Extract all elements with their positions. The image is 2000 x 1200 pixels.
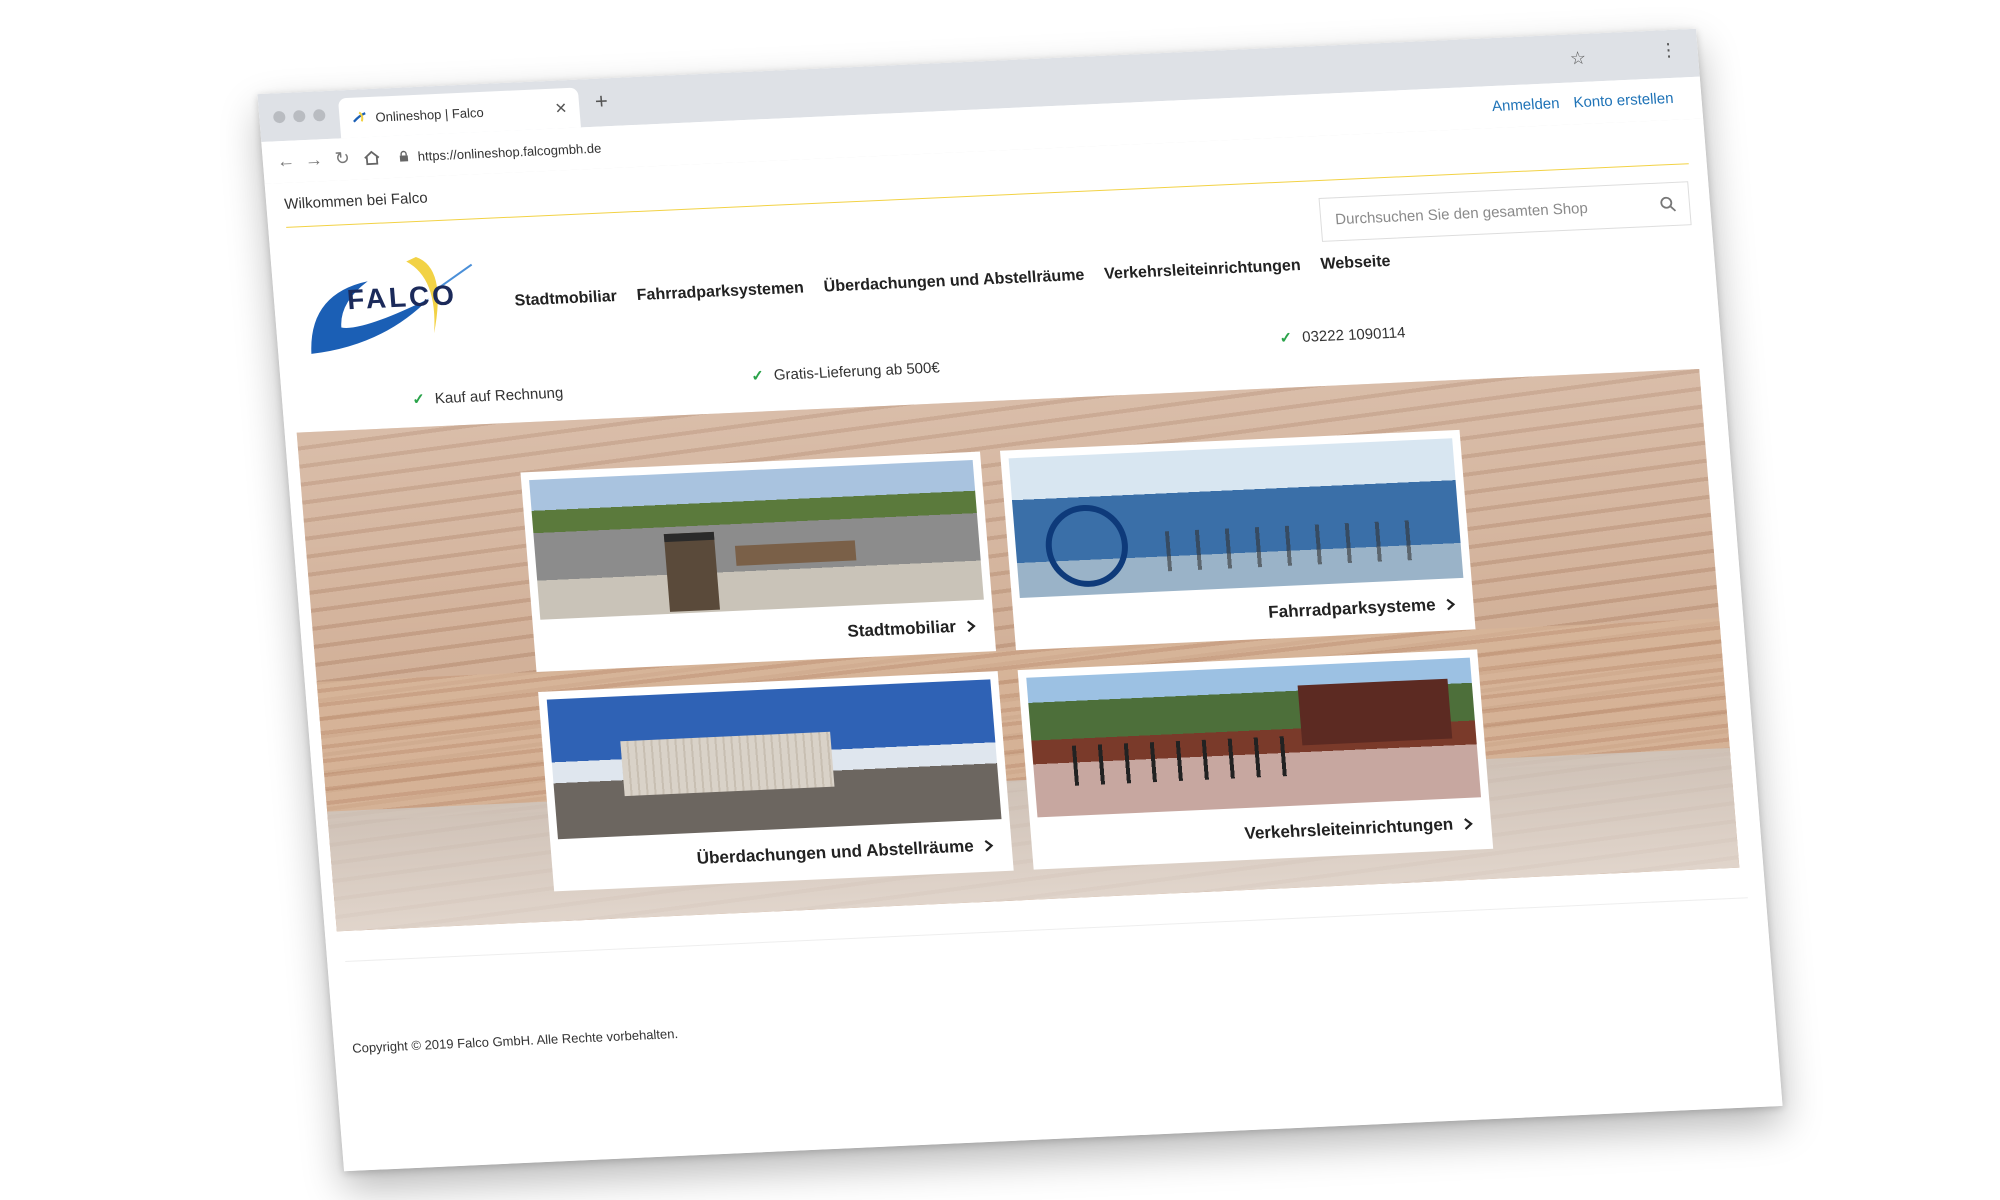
- check-icon: ✓: [1279, 329, 1293, 347]
- bookmark-star-icon[interactable]: ☆: [1569, 48, 1587, 70]
- card-label: Stadtmobiliar: [847, 616, 977, 642]
- nav-stadtmobiliar[interactable]: Stadtmobiliar: [514, 288, 618, 311]
- category-card-fahrradparksysteme[interactable]: Fahrradparksysteme: [999, 429, 1476, 651]
- backdrop: Onlineshop | Falco ✕ + ☆ ⋮ ← → ↻ https:/…: [0, 0, 2000, 1200]
- fahrradparksysteme-image: [1008, 438, 1464, 599]
- card-title: Überdachungen und Abstellräume: [696, 836, 975, 868]
- signin-link[interactable]: Anmelden: [1491, 95, 1560, 115]
- browser-window: Onlineshop | Falco ✕ + ☆ ⋮ ← → ↻ https:/…: [257, 28, 1783, 1172]
- usp-invoice: ✓ Kauf auf Rechnung: [411, 384, 564, 409]
- nav-fahrradparksystemen[interactable]: Fahrradparksystemen: [636, 280, 804, 306]
- usp-free-delivery: ✓ Gratis-Lieferung ab 500€: [751, 358, 941, 385]
- category-card-stadtmobiliar[interactable]: Stadtmobiliar: [520, 451, 997, 673]
- ueberdachungen-image: [546, 679, 1002, 840]
- reload-icon[interactable]: ↻: [334, 148, 351, 170]
- maximize-window-dot[interactable]: [312, 109, 326, 122]
- logo-wordmark: FALCO: [345, 279, 459, 316]
- account-links: Anmelden Konto erstellen: [1491, 90, 1674, 115]
- card-title: Stadtmobiliar: [846, 616, 957, 641]
- close-window-dot[interactable]: [272, 110, 286, 124]
- page-content: Wilkommen bei Falco FALCO Stadtmobiliar: [264, 118, 1783, 1172]
- tab-close-icon[interactable]: ✕: [554, 99, 568, 118]
- tab-title: Onlineshop | Falco: [374, 104, 485, 125]
- search-input[interactable]: [1332, 195, 1660, 229]
- usp-phone-text: 03222 1090114: [1301, 323, 1406, 346]
- usp-phone: ✓ 03222 1090114: [1279, 323, 1406, 347]
- card-title: Verkehrsleiteinrichtungen: [1243, 814, 1454, 844]
- usp-invoice-text: Kauf auf Rechnung: [434, 384, 564, 407]
- chevron-right-icon: [984, 839, 994, 852]
- category-card-verkehrsleiteinrichtungen[interactable]: Verkehrsleiteinrichtungen: [1017, 649, 1494, 870]
- check-icon: ✓: [411, 390, 426, 409]
- usp-free-delivery-text: Gratis-Lieferung ab 500€: [773, 358, 941, 384]
- hero-banner: Stadtmobiliar Fahrradparksysteme Überdac…: [296, 368, 1740, 932]
- minimize-window-dot[interactable]: [292, 109, 306, 123]
- forward-arrow-icon[interactable]: →: [304, 149, 324, 171]
- copyright-text: Copyright © 2019 Falco GmbH. Alle Rechte…: [351, 1025, 679, 1056]
- card-label: Fahrradparksysteme: [1268, 594, 1457, 622]
- falco-logo[interactable]: FALCO: [295, 245, 504, 364]
- chevron-right-icon: [1446, 598, 1456, 611]
- card-label: Verkehrsleiteinrichtungen: [1244, 814, 1474, 844]
- create-account-link[interactable]: Konto erstellen: [1573, 90, 1674, 111]
- stadtmobiliar-image: [529, 460, 984, 620]
- falco-favicon-icon: [353, 111, 366, 123]
- card-title: Fahrradparksysteme: [1267, 595, 1437, 622]
- nav-verkehrsleiteinrichtungen[interactable]: Verkehrsleiteinrichtungen: [1104, 257, 1302, 284]
- chevron-right-icon: [1464, 818, 1473, 830]
- search-icon[interactable]: [1658, 195, 1677, 214]
- verkehrsleiteinrichtungen-image: [1026, 657, 1482, 818]
- chevron-right-icon: [966, 620, 976, 633]
- nav-ueberdachungen[interactable]: Überdachungen und Abstellräume: [823, 267, 1085, 297]
- category-card-ueberdachungen[interactable]: Überdachungen und Abstellräume: [538, 671, 1014, 892]
- window-controls: [272, 109, 326, 124]
- main-navigation: Stadtmobiliar Fahrradparksystemen Überda…: [514, 253, 1391, 311]
- lock-icon: [399, 150, 409, 162]
- url-text: https://onlineshop.falcogmbh.de: [417, 140, 602, 164]
- home-icon[interactable]: [362, 149, 381, 168]
- check-icon: ✓: [750, 367, 765, 385]
- nav-webseite[interactable]: Webseite: [1320, 253, 1391, 274]
- new-tab-icon[interactable]: +: [594, 88, 609, 115]
- browser-menu-icon[interactable]: ⋮: [1659, 40, 1679, 62]
- card-label: Überdachungen und Abstellräume: [696, 835, 994, 868]
- search-box: [1318, 181, 1692, 242]
- back-arrow-icon[interactable]: ←: [276, 150, 296, 172]
